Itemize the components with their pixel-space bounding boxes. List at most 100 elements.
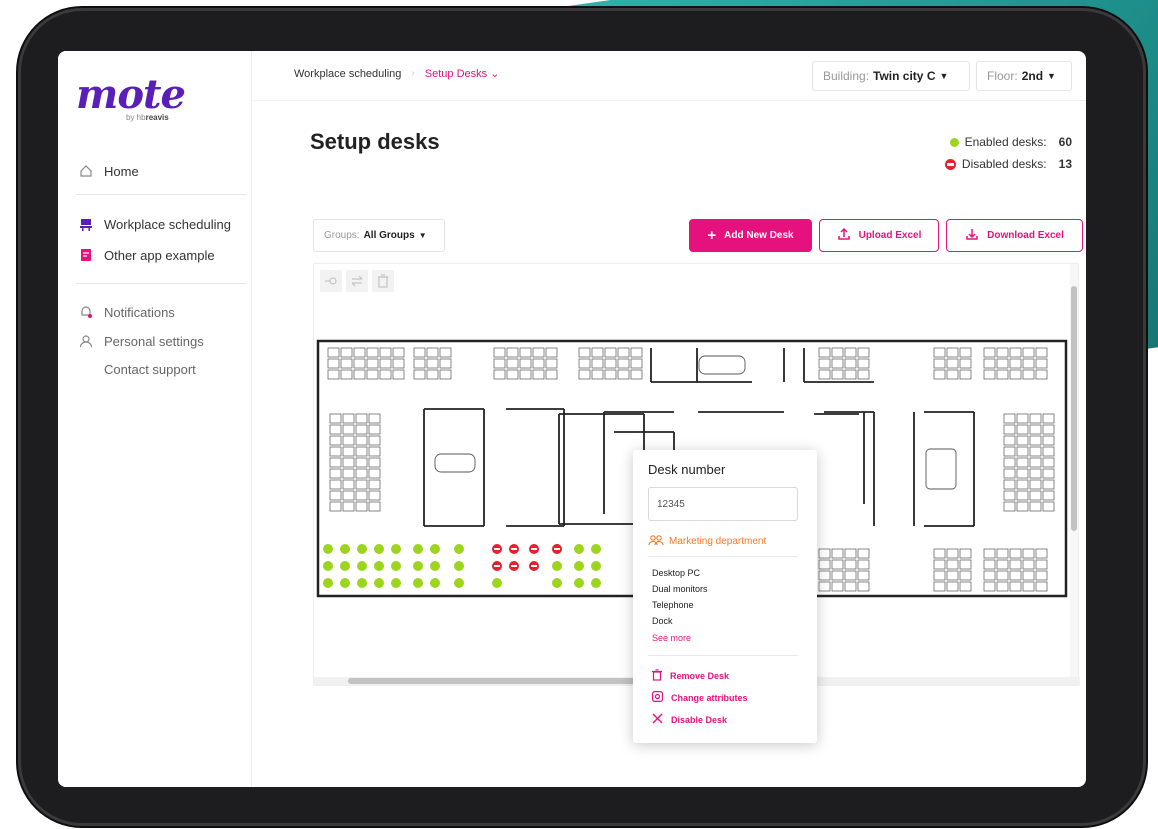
desk	[1029, 446, 1042, 457]
enabled-desk	[430, 544, 440, 554]
desk	[946, 347, 959, 358]
desk	[340, 347, 353, 358]
disabled-mark	[531, 548, 537, 550]
department-link[interactable]: Marketing department	[648, 534, 766, 549]
disabled-mark	[511, 548, 517, 550]
desk	[329, 501, 342, 512]
vertical-scrollbar[interactable]	[1070, 264, 1078, 679]
desk	[933, 347, 946, 358]
desk	[545, 358, 558, 369]
desk	[959, 358, 972, 369]
desk	[340, 369, 353, 380]
desk-popup: Desk number Marketing department Desktop…	[633, 450, 817, 743]
upload-excel-button[interactable]: Upload Excel	[819, 219, 939, 252]
desk	[368, 446, 381, 457]
desk	[379, 369, 392, 380]
sidebar-item-other-app[interactable]: Other app example	[78, 247, 215, 263]
enabled-desk	[591, 561, 601, 571]
desk	[831, 570, 844, 581]
change-attributes-button[interactable]: Change attributes	[652, 691, 748, 704]
desk	[342, 457, 355, 468]
groups-filter[interactable]: Groups: All Groups ▼	[313, 219, 445, 252]
building-selector[interactable]: Building: Twin city C ▼	[812, 61, 970, 91]
desk	[1035, 358, 1048, 369]
enabled-desk	[574, 544, 584, 554]
sidebar-divider	[76, 194, 246, 195]
popup-title: Desk number	[648, 462, 726, 477]
desk	[439, 358, 452, 369]
enabled-desk	[323, 544, 333, 554]
desk	[617, 347, 630, 358]
desk	[353, 358, 366, 369]
add-new-desk-button[interactable]: + Add New Desk	[689, 219, 812, 252]
desk	[996, 581, 1009, 592]
sidebar-item-contact-support[interactable]: Contact support	[104, 362, 196, 377]
desk	[1042, 424, 1055, 435]
top-bar: Workplace scheduling › Setup Desks ⌄ Bui…	[252, 51, 1086, 101]
desk	[392, 347, 405, 358]
desk	[630, 347, 643, 358]
desk	[996, 570, 1009, 581]
breadcrumb-current[interactable]: Setup Desks ⌄	[425, 67, 500, 80]
enabled-desk	[340, 561, 350, 571]
desk	[1035, 369, 1048, 380]
desk	[1042, 446, 1055, 457]
desk	[493, 347, 506, 358]
desk	[1016, 413, 1029, 424]
desk	[355, 435, 368, 446]
desk	[1042, 490, 1055, 501]
desk-icon	[78, 216, 94, 232]
enabled-desk	[492, 578, 502, 588]
enabled-desk	[391, 578, 401, 588]
enabled-desk	[374, 578, 384, 588]
breadcrumb: Workplace scheduling › Setup Desks ⌄	[294, 67, 500, 81]
desk	[857, 548, 870, 559]
desk	[426, 347, 439, 358]
desk	[1022, 358, 1035, 369]
desk	[630, 358, 643, 369]
desk	[439, 347, 452, 358]
sidebar-item-home[interactable]: Home	[78, 163, 139, 179]
desk	[983, 347, 996, 358]
remove-desk-button[interactable]: Remove Desk	[652, 669, 729, 683]
desk	[959, 581, 972, 592]
sidebar-item-notifications[interactable]: Notifications	[78, 304, 175, 320]
see-more-link[interactable]: See more	[652, 633, 691, 643]
disable-desk-button[interactable]: Disable Desk	[652, 713, 727, 726]
desk	[506, 358, 519, 369]
desk	[857, 581, 870, 592]
breadcrumb-parent[interactable]: Workplace scheduling	[294, 68, 401, 80]
desk-number-input[interactable]	[648, 487, 798, 521]
desk	[379, 347, 392, 358]
sidebar-item-workplace-scheduling[interactable]: Workplace scheduling	[78, 216, 231, 232]
enabled-desk	[552, 578, 562, 588]
desk	[844, 369, 857, 380]
desk	[831, 548, 844, 559]
enabled-desk	[357, 544, 367, 554]
desk	[366, 369, 379, 380]
popup-divider	[648, 556, 798, 557]
desk	[1009, 347, 1022, 358]
desk	[818, 581, 831, 592]
floor-selector[interactable]: Floor: 2nd ▼	[976, 61, 1072, 91]
disabled-mark	[511, 565, 517, 567]
desk	[1022, 548, 1035, 559]
desk	[392, 369, 405, 380]
desk	[959, 347, 972, 358]
enabled-desk	[454, 561, 464, 571]
sidebar-item-personal-settings[interactable]: Personal settings	[78, 333, 204, 349]
desk	[1016, 424, 1029, 435]
sidebar: mote by hbreavis Home Workplace scheduli…	[58, 51, 252, 787]
popup-divider	[648, 655, 798, 656]
download-excel-button[interactable]: Download Excel	[946, 219, 1083, 252]
desk	[1016, 457, 1029, 468]
desk	[857, 347, 870, 358]
desk	[368, 468, 381, 479]
desk	[933, 369, 946, 380]
desk	[493, 369, 506, 380]
desk	[439, 369, 452, 380]
desk	[1003, 479, 1016, 490]
desk	[578, 358, 591, 369]
desk	[1009, 358, 1022, 369]
desk	[1003, 435, 1016, 446]
